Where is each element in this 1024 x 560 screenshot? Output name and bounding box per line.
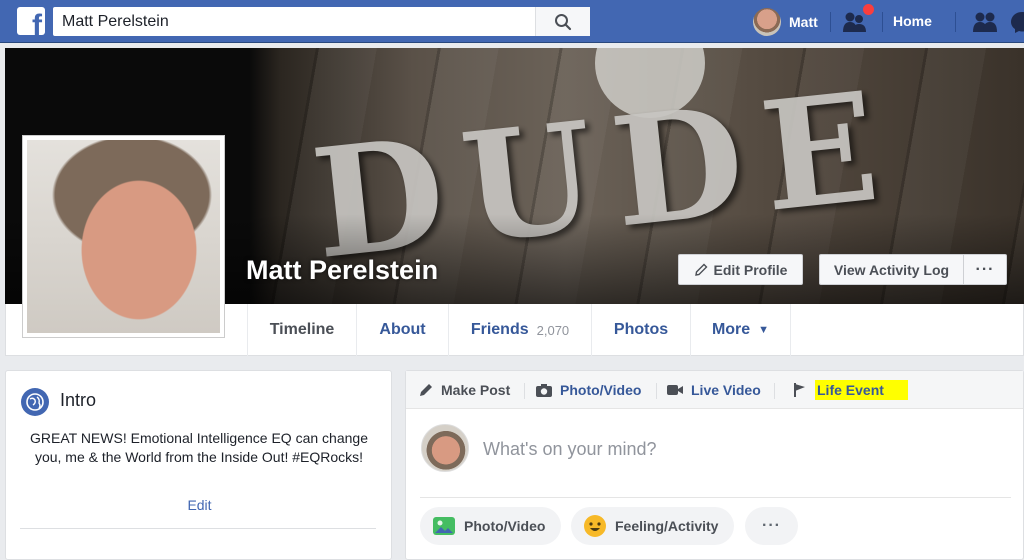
messenger-icon[interactable] bbox=[1011, 10, 1024, 34]
search-input[interactable] bbox=[53, 7, 533, 36]
pencil-icon bbox=[420, 384, 432, 396]
live-video-tab[interactable]: Live Video bbox=[666, 371, 761, 409]
composer-tab-divider bbox=[656, 383, 657, 399]
profile-more-button[interactable]: ··· bbox=[963, 254, 1007, 285]
nav-profile-link[interactable]: Matt bbox=[753, 8, 818, 36]
video-camera-icon bbox=[667, 385, 683, 395]
live-video-label: Live Video bbox=[691, 382, 761, 398]
view-activity-log-button[interactable]: View Activity Log bbox=[819, 254, 964, 285]
edit-profile-label: Edit Profile bbox=[713, 261, 788, 278]
nav-divider bbox=[882, 12, 883, 32]
tab-friends-label: Friends bbox=[470, 321, 529, 338]
tab-friends[interactable]: Friends 2,070 bbox=[449, 304, 592, 356]
chevron-down-icon: ▼ bbox=[758, 324, 770, 336]
camera-icon bbox=[536, 384, 552, 397]
tab-photos-label: Photos bbox=[613, 321, 669, 338]
photo-icon bbox=[433, 517, 455, 535]
composer-divider bbox=[420, 497, 1011, 498]
nav-user-name: Matt bbox=[789, 14, 818, 30]
search-icon bbox=[555, 14, 572, 31]
avatar bbox=[27, 140, 220, 333]
tab-more-label: More bbox=[711, 321, 751, 338]
nav-divider bbox=[830, 12, 831, 32]
intro-divider bbox=[20, 528, 376, 529]
search-button[interactable] bbox=[535, 7, 590, 36]
activity-log-label: View Activity Log bbox=[833, 261, 950, 278]
intro-edit-link[interactable]: Edit bbox=[6, 497, 393, 513]
flag-icon bbox=[794, 383, 805, 397]
make-post-tab[interactable]: Make Post bbox=[418, 371, 510, 409]
home-link[interactable]: Home bbox=[893, 13, 932, 29]
composer-tab-divider bbox=[524, 383, 525, 399]
photo-video-button[interactable]: Photo/Video bbox=[420, 507, 562, 545]
avatar bbox=[421, 424, 469, 472]
friends-count: 2,070 bbox=[536, 322, 570, 338]
tab-photos[interactable]: Photos bbox=[592, 304, 691, 356]
feeling-activity-label: Feeling/Activity bbox=[615, 518, 719, 534]
feeling-activity-button[interactable]: Feeling/Activity bbox=[571, 507, 735, 545]
profile-name[interactable]: Matt Perelstein bbox=[246, 255, 438, 286]
tab-timeline-label: Timeline bbox=[269, 321, 335, 338]
composer-more-button[interactable]: ··· bbox=[745, 507, 798, 545]
make-post-label: Make Post bbox=[441, 382, 511, 398]
status-input[interactable]: What's on your mind? bbox=[483, 439, 657, 460]
smiley-icon bbox=[584, 515, 606, 537]
intro-bio: GREAT NEWS! Emotional Intelligence EQ ca… bbox=[30, 430, 368, 465]
tab-about-label: About bbox=[379, 321, 426, 338]
friend-requests-icon[interactable] bbox=[971, 10, 999, 34]
tab-timeline[interactable]: Timeline bbox=[247, 304, 357, 356]
photo-video-tab[interactable]: Photo/Video bbox=[535, 371, 641, 409]
photo-video-pill-label: Photo/Video bbox=[464, 518, 546, 534]
globe-icon bbox=[21, 388, 49, 416]
photo-video-label: Photo/Video bbox=[560, 382, 642, 398]
profile-picture[interactable] bbox=[22, 135, 225, 338]
edit-profile-button[interactable]: Edit Profile bbox=[678, 254, 803, 285]
search-box bbox=[53, 7, 590, 36]
post-composer: Make Post Photo/Video Live Video Life Ev… bbox=[405, 370, 1024, 560]
life-event-label: Life Event bbox=[815, 380, 908, 400]
life-event-tab[interactable]: Life Event bbox=[792, 371, 908, 409]
notification-badge bbox=[862, 3, 875, 16]
intro-title: Intro bbox=[60, 390, 97, 410]
tab-about[interactable]: About bbox=[357, 304, 449, 356]
avatar bbox=[753, 8, 781, 36]
tab-more[interactable]: More ▼ bbox=[691, 304, 791, 356]
composer-tab-divider bbox=[774, 383, 775, 399]
top-navigation-bar: f Matt Home bbox=[0, 0, 1024, 43]
pencil-icon bbox=[694, 263, 708, 276]
nav-divider bbox=[955, 12, 956, 32]
facebook-logo-icon[interactable]: f bbox=[17, 7, 45, 35]
intro-card: Intro GREAT NEWS! Emotional Intelligence… bbox=[5, 370, 392, 560]
composer-tabs: Make Post Photo/Video Live Video Life Ev… bbox=[406, 371, 1023, 409]
